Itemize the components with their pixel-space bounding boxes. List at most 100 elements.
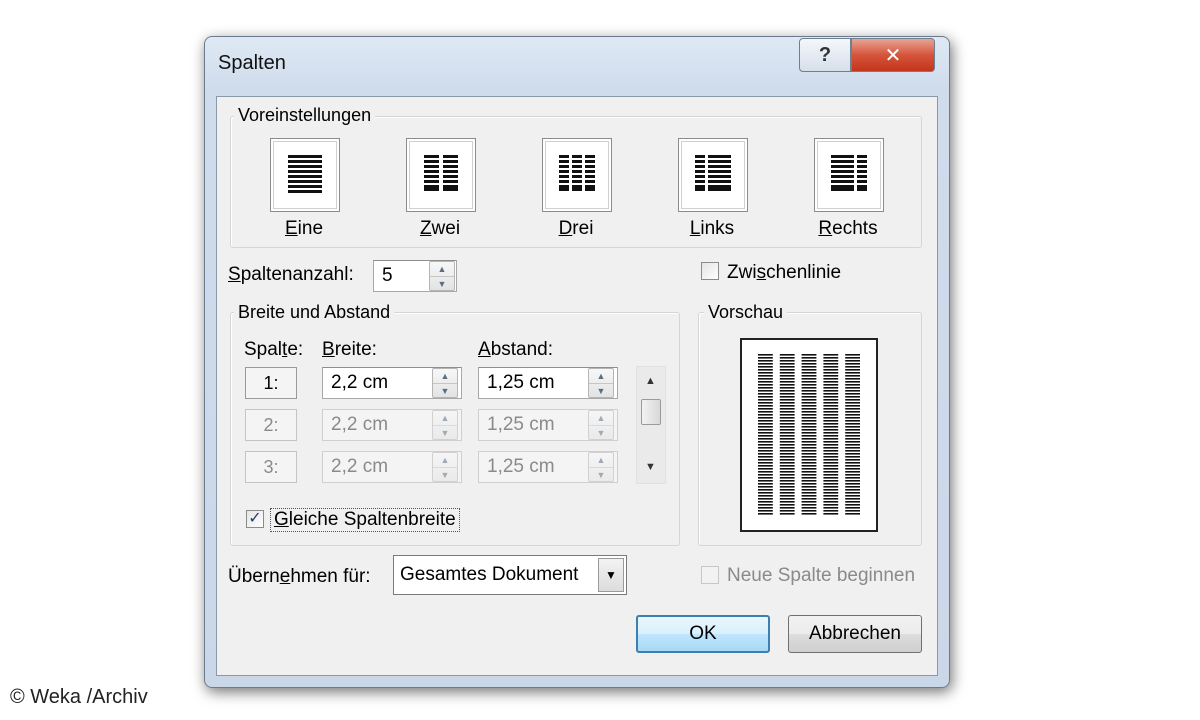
- preview-text-line: [845, 492, 860, 494]
- preview-text-line: [758, 468, 773, 470]
- apply-to-value: Gesamtes Dokument: [400, 564, 579, 585]
- column-3-spacing-stepper: ▲ ▼: [588, 452, 614, 482]
- preview-text-line: [801, 387, 817, 389]
- preview-text-line: [845, 504, 860, 506]
- column-2-spacing-stepper: ▲ ▼: [588, 410, 614, 440]
- preview-text-line: [779, 387, 795, 389]
- preview-text-line: [779, 432, 795, 434]
- preview-text-line: [758, 420, 773, 422]
- scroll-down-icon[interactable]: ▼: [645, 461, 656, 473]
- spin-down-icon[interactable]: ▼: [433, 384, 457, 398]
- preview-text-line: [758, 372, 773, 374]
- equal-width-checkbox[interactable]: ✓: [246, 510, 264, 528]
- preview-text-line: [801, 402, 817, 404]
- preview-text-line: [823, 489, 839, 491]
- column-1-width-stepper[interactable]: ▲ ▼: [432, 368, 458, 398]
- preview-text-line: [758, 471, 773, 473]
- column-1-button[interactable]: 1:: [245, 367, 297, 399]
- preview-columns-graphic: [758, 354, 860, 515]
- preview-text-line: [845, 474, 860, 476]
- spin-up-icon[interactable]: ▲: [430, 262, 454, 277]
- column-header: Spalte:: [244, 339, 304, 360]
- scrollbar-thumb[interactable]: [641, 399, 661, 425]
- preview-text-line: [758, 450, 773, 452]
- preview-text-line: [758, 432, 773, 434]
- preset-one-icon: [288, 155, 322, 193]
- preview-text-line: [779, 435, 795, 437]
- preview-text-line: [801, 435, 817, 437]
- preview-text-line: [801, 432, 817, 434]
- preview-text-line: [801, 429, 817, 431]
- close-button[interactable]: ✕: [851, 38, 935, 72]
- preview-text-line: [758, 444, 773, 446]
- preset-three-button[interactable]: [542, 138, 612, 212]
- preset-three-icon: [559, 155, 595, 191]
- preview-text-line: [779, 414, 795, 416]
- preview-text-line: [801, 405, 817, 407]
- width-header: Breite:: [322, 339, 377, 360]
- preview-text-line: [758, 423, 773, 425]
- close-icon: ✕: [884, 44, 902, 67]
- preview-text-line: [801, 498, 817, 500]
- spin-down-icon: ▼: [596, 428, 606, 438]
- preview-text-line: [779, 498, 795, 500]
- preset-two-button[interactable]: [406, 138, 476, 212]
- preview-text-line: [845, 486, 860, 488]
- preview-text-line: [801, 417, 817, 419]
- preview-text-line: [823, 420, 839, 422]
- preview-text-line: [845, 507, 860, 509]
- preview-text-line: [823, 402, 839, 404]
- preview-text-line: [845, 483, 860, 485]
- preset-left-button[interactable]: [678, 138, 748, 212]
- chevron-down-icon[interactable]: ▼: [598, 558, 624, 592]
- preview-text-line: [845, 378, 860, 380]
- preset-right-button[interactable]: [814, 138, 884, 212]
- preview-text-line: [845, 384, 860, 386]
- preview-text-line: [845, 465, 860, 467]
- apply-to-dropdown[interactable]: Gesamtes Dokument ▼: [393, 555, 627, 595]
- spin-up-icon[interactable]: ▲: [589, 369, 613, 384]
- line-between-checkbox[interactable]: [701, 262, 719, 280]
- spin-down-icon[interactable]: ▼: [430, 277, 454, 291]
- preview-text-line: [779, 363, 795, 365]
- column-1-spacing-stepper[interactable]: ▲ ▼: [588, 368, 614, 398]
- column-count-label: Spaltenanzahl:: [228, 264, 354, 285]
- preview-text-line: [779, 381, 795, 383]
- preview-text-line: [823, 471, 839, 473]
- preview-text-line: [758, 480, 773, 482]
- preset-one-button[interactable]: [270, 138, 340, 212]
- preview-text-line: [845, 360, 860, 362]
- preview-text-line: [779, 453, 795, 455]
- preview-text-line: [823, 375, 839, 377]
- preview-text-line: [758, 474, 773, 476]
- preview-text-line: [801, 381, 817, 383]
- preview-text-line: [758, 465, 773, 467]
- spin-down-icon[interactable]: ▼: [589, 384, 613, 398]
- preview-text-line: [845, 459, 860, 461]
- preview-text-line: [779, 411, 795, 413]
- preview-text-line: [823, 477, 839, 479]
- preview-text-line: [801, 366, 817, 368]
- preview-text-line: [758, 483, 773, 485]
- column-count-stepper[interactable]: ▲ ▼: [429, 261, 455, 291]
- preview-text-line: [801, 450, 817, 452]
- ok-button[interactable]: OK: [636, 615, 770, 653]
- columns-scrollbar[interactable]: ▲ ▼: [636, 366, 666, 484]
- preview-text-line: [779, 513, 795, 515]
- preview-text-line: [779, 474, 795, 476]
- preview-text-line: [823, 435, 839, 437]
- cancel-button[interactable]: Abbrechen: [788, 615, 922, 653]
- preview-text-line: [801, 438, 817, 440]
- preview-text-line: [758, 477, 773, 479]
- preview-text-line: [758, 489, 773, 491]
- preview-text-line: [779, 456, 795, 458]
- scroll-up-icon[interactable]: ▲: [645, 375, 656, 387]
- preview-text-line: [845, 411, 860, 413]
- preview-text-line: [779, 357, 795, 359]
- help-button[interactable]: ?: [799, 38, 851, 72]
- preview-text-line: [779, 372, 795, 374]
- preview-text-line: [801, 354, 817, 356]
- spin-up-icon[interactable]: ▲: [433, 369, 457, 384]
- preview-text-line: [823, 393, 839, 395]
- preview-text-line: [845, 393, 860, 395]
